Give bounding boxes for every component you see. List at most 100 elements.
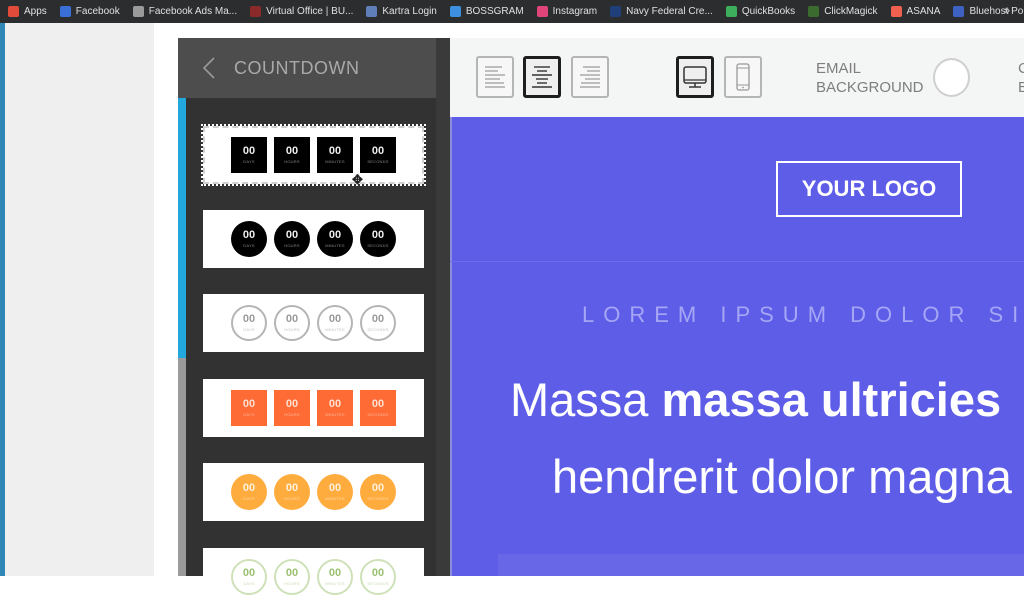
bookmark-item[interactable]: Bluehost Portal xyxy=(953,6,1024,17)
align-right-button[interactable] xyxy=(571,56,609,98)
bookmark-item[interactable]: Facebook xyxy=(59,6,120,17)
email-headline-line2[interactable]: hendrerit dolor magna xyxy=(552,449,1012,504)
countdown-unit: 00 SECONDS xyxy=(360,390,396,426)
countdown-unit: 00 HOURS xyxy=(274,390,310,426)
email-background-label: EMAIL BACKGROUND xyxy=(816,59,924,97)
chevron-left-icon[interactable] xyxy=(202,56,216,80)
countdown-unit-label: DAYS xyxy=(243,495,255,501)
countdown-value: 00 xyxy=(371,228,385,241)
countdown-unit: 00 DAYS xyxy=(231,221,267,257)
email-background-color-picker[interactable] xyxy=(933,58,970,97)
bookmark-label: QuickBooks xyxy=(741,6,796,17)
countdown-unit-label: DAYS xyxy=(243,411,255,417)
bookmark-item[interactable]: Apps xyxy=(8,6,47,17)
countdown-value: 00 xyxy=(371,566,385,579)
countdown-template-sq-orange[interactable]: 00 DAYS 00 HOURS 00 MINUTES 00 SECONDS xyxy=(203,379,424,437)
header-divider xyxy=(450,261,1024,262)
move-cursor-icon: ✥ xyxy=(352,172,363,187)
bookmark-item[interactable]: Instagram xyxy=(536,6,598,17)
logo-placeholder[interactable]: YOUR LOGO xyxy=(776,161,962,217)
truncated-label-line1: C xyxy=(1018,60,1024,77)
email-content-block[interactable] xyxy=(498,554,1024,576)
align-right-icon xyxy=(580,66,600,88)
countdown-value: 00 xyxy=(285,228,299,241)
headline-bold: massa ultricies xyxy=(661,373,1002,426)
countdown-unit-label: SECONDS xyxy=(367,411,389,417)
countdown-value: 00 xyxy=(328,566,342,579)
countdown-unit-label: MINUTES xyxy=(325,495,345,501)
email-preview-edge xyxy=(450,117,452,576)
countdown-unit-label: HOURS xyxy=(284,580,300,586)
panel-header: COUNTDOWN xyxy=(178,38,450,98)
countdown-unit: 00 DAYS xyxy=(231,559,267,595)
align-center-button[interactable] xyxy=(523,56,561,98)
countdown-unit: 00 MINUTES xyxy=(317,221,353,257)
countdown-unit-label: HOURS xyxy=(284,242,300,248)
bookmark-label: Apps xyxy=(24,6,47,17)
countdown-template-sq-black[interactable]: 00 DAYS 00 HOURS 00 MINUTES 00 SECONDS xyxy=(201,124,426,186)
countdown-value: 00 xyxy=(285,481,299,494)
countdown-unit-label: SECONDS xyxy=(367,242,389,248)
bookmark-item[interactable]: Facebook Ads Ma... xyxy=(132,6,237,17)
email-kicker-text[interactable]: LOREM IPSUM DOLOR SIT xyxy=(582,302,1024,328)
countdown-unit: 00 DAYS xyxy=(231,390,267,426)
countdown-unit: 00 SECONDS xyxy=(360,474,396,510)
countdown-unit: 00 MINUTES xyxy=(317,137,353,173)
countdown-unit: 00 MINUTES xyxy=(317,305,353,341)
countdown-value: 00 xyxy=(328,397,342,410)
countdown-unit-label: MINUTES xyxy=(325,158,345,164)
email-background-label-line1: EMAIL xyxy=(816,60,862,77)
countdown-unit: 00 DAYS xyxy=(231,137,267,173)
countdown-unit-label: SECONDS xyxy=(367,495,389,501)
countdown-unit-label: MINUTES xyxy=(325,242,345,248)
countdown-template-ci-yellow[interactable]: 00 DAYS 00 HOURS 00 MINUTES 00 SECONDS xyxy=(203,463,424,521)
countdown-unit: 00 HOURS xyxy=(274,559,310,595)
bluehost-icon xyxy=(953,6,965,17)
bookmark-item[interactable]: ClickMagick xyxy=(808,6,878,17)
align-left-icon xyxy=(485,66,505,88)
countdown-unit-label: DAYS xyxy=(243,158,255,164)
bookmarks-overflow-button[interactable]: » xyxy=(1004,5,1010,17)
countdown-panel: COUNTDOWN 00 DAYS 00 HOURS 00 MINUTES 00 SECOND… xyxy=(178,38,450,606)
countdown-unit: 00 MINUTES xyxy=(317,474,353,510)
countdown-value: 00 xyxy=(328,144,342,157)
countdown-value: 00 xyxy=(242,144,256,157)
bookmark-item[interactable]: Virtual Office | BU... xyxy=(250,6,353,17)
countdown-unit: 00 DAYS xyxy=(231,474,267,510)
bookmark-item[interactable]: QuickBooks xyxy=(725,6,796,17)
countdown-template-ci-outline[interactable]: 00 DAYS 00 HOURS 00 MINUTES 00 SECONDS xyxy=(203,294,424,352)
bookmark-label: Bluehost Portal xyxy=(969,6,1024,17)
countdown-unit: 00 SECONDS xyxy=(360,305,396,341)
countdown-unit-label: DAYS xyxy=(243,580,255,586)
countdown-value: 00 xyxy=(242,397,256,410)
bookmark-item[interactable]: Navy Federal Cre... xyxy=(610,6,713,17)
countdown-template-ci-black[interactable]: 00 DAYS 00 HOURS 00 MINUTES 00 SECONDS xyxy=(203,210,424,268)
bookmark-item[interactable]: BOSSGRAM xyxy=(449,6,524,17)
mobile-view-button[interactable] xyxy=(724,56,762,98)
navy-federal-icon xyxy=(610,6,622,17)
clickmagick-icon xyxy=(808,6,820,17)
countdown-unit: 00 MINUTES xyxy=(317,390,353,426)
bookmark-label: Kartra Login xyxy=(382,6,437,17)
headline-regular: Massa xyxy=(510,373,662,426)
bookmark-item[interactable]: ASANA xyxy=(890,6,940,17)
scrollbar-thumb[interactable] xyxy=(178,98,186,358)
facebook-icon xyxy=(59,6,71,17)
countdown-template-ci-green[interactable]: 00 DAYS 00 HOURS 00 MINUTES 00 SECONDS xyxy=(203,548,424,606)
email-headline-line1[interactable]: Massa massa ultricies xyxy=(510,372,1001,427)
bookmark-item[interactable]: Kartra Login xyxy=(366,6,437,17)
virtual-office-icon xyxy=(250,6,262,17)
countdown-unit-label: HOURS xyxy=(284,495,300,501)
align-left-button[interactable] xyxy=(476,56,514,98)
countdown-value: 00 xyxy=(371,481,385,494)
countdown-value: 00 xyxy=(242,228,256,241)
desktop-view-button[interactable] xyxy=(676,56,714,98)
apps-grid-icon xyxy=(8,6,19,17)
countdown-unit-label: HOURS xyxy=(284,411,300,417)
countdown-value: 00 xyxy=(371,312,385,325)
countdown-value: 00 xyxy=(371,144,385,157)
bookmark-label: Instagram xyxy=(552,6,598,17)
scrollbar-track[interactable] xyxy=(178,358,186,576)
countdown-unit: 00 SECONDS xyxy=(360,221,396,257)
countdown-unit-label: MINUTES xyxy=(325,580,345,586)
